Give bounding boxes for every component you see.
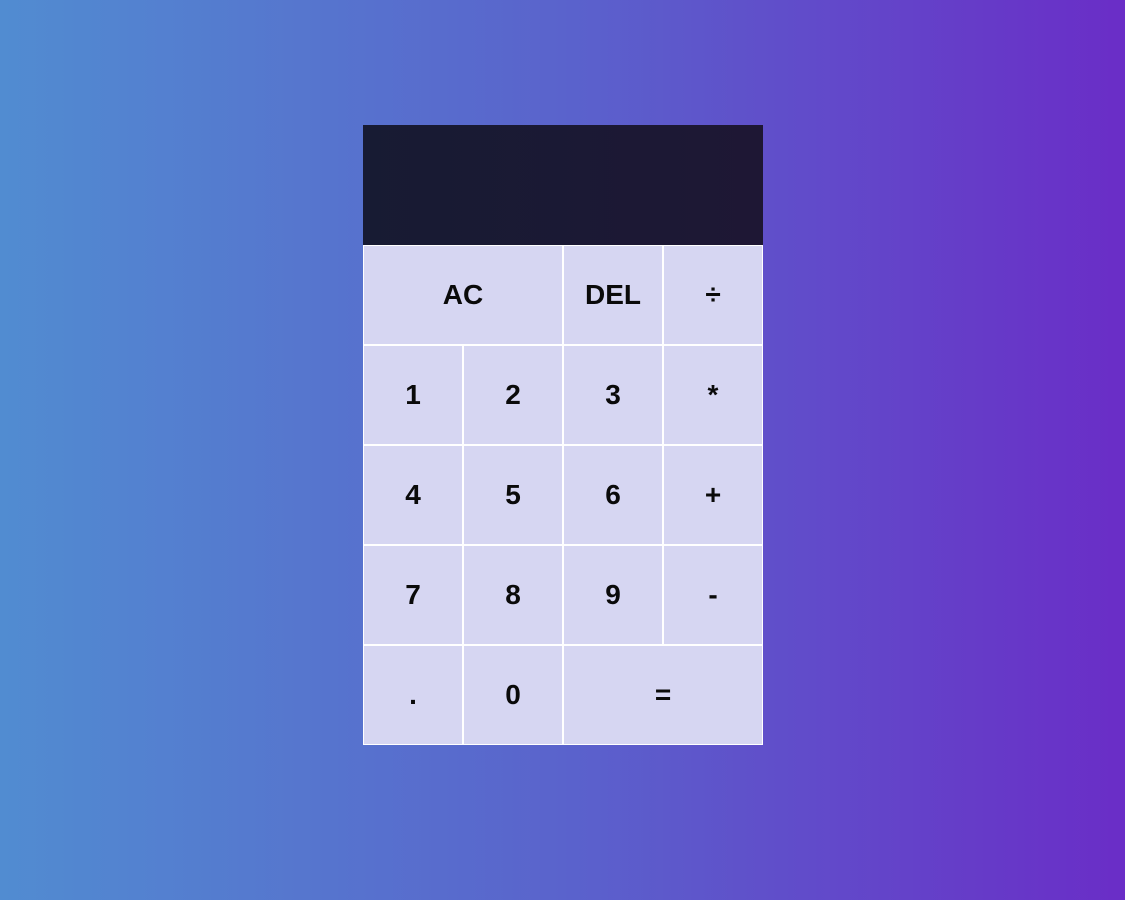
digit-7-button[interactable]: 7 <box>363 545 463 645</box>
digit-3-button[interactable]: 3 <box>563 345 663 445</box>
divide-button[interactable]: ÷ <box>663 245 763 345</box>
digit-9-button[interactable]: 9 <box>563 545 663 645</box>
subtract-button[interactable]: - <box>663 545 763 645</box>
digit-4-button[interactable]: 4 <box>363 445 463 545</box>
digit-1-button[interactable]: 1 <box>363 345 463 445</box>
digit-6-button[interactable]: 6 <box>563 445 663 545</box>
delete-button[interactable]: DEL <box>563 245 663 345</box>
add-button[interactable]: + <box>663 445 763 545</box>
digit-8-button[interactable]: 8 <box>463 545 563 645</box>
calculator: AC DEL ÷ 1 2 3 * 4 5 6 + 7 8 9 - . 0 = <box>363 125 763 745</box>
decimal-button[interactable]: . <box>363 645 463 745</box>
digit-5-button[interactable]: 5 <box>463 445 563 545</box>
digit-2-button[interactable]: 2 <box>463 345 563 445</box>
equals-button[interactable]: = <box>563 645 763 745</box>
all-clear-button[interactable]: AC <box>363 245 563 345</box>
calculator-display <box>363 125 763 245</box>
digit-0-button[interactable]: 0 <box>463 645 563 745</box>
multiply-button[interactable]: * <box>663 345 763 445</box>
